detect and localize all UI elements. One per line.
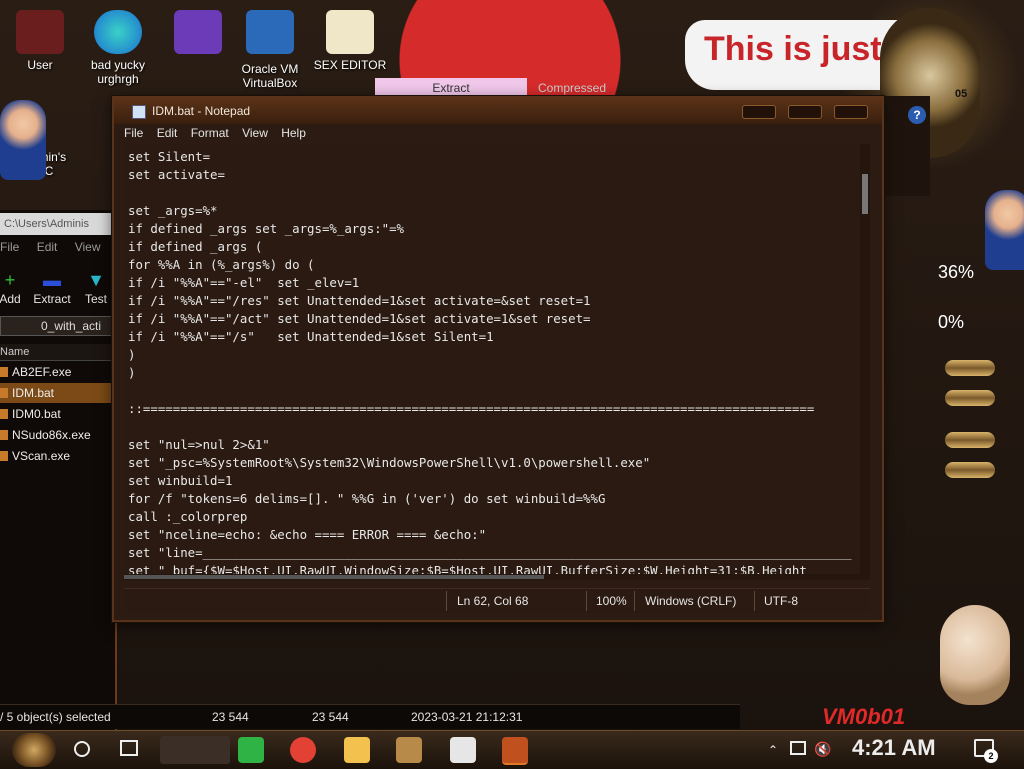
minus-icon: ▬ (43, 270, 61, 290)
fm-extract-button[interactable]: ▬ Extract (32, 270, 72, 306)
plus-icon: + (4, 270, 16, 290)
search-icon[interactable] (74, 741, 90, 757)
zoom-level: 100% (596, 594, 627, 608)
vertical-scrollbar[interactable] (860, 144, 870, 580)
user-icon (16, 10, 64, 54)
check-icon: ▼ (87, 270, 105, 290)
pipe-decoration (945, 390, 995, 406)
menu-edit[interactable]: Edit (157, 126, 178, 140)
notepad-window: IDM.bat - Notepad File Edit Format View … (112, 96, 884, 622)
cartoon-figure-right (985, 190, 1024, 270)
menu-file[interactable]: File (124, 126, 143, 140)
file-row[interactable]: VScan.exe (0, 446, 115, 466)
file-explorer-icon[interactable] (344, 737, 370, 763)
taskbar-clock[interactable]: 4:21 AM (852, 735, 936, 761)
notification-count: 2 (984, 749, 998, 763)
visual-studio-icon (174, 10, 222, 54)
tab-extract[interactable]: Extract (375, 78, 527, 98)
desktop-icon-user[interactable]: User (0, 10, 80, 72)
pipe-decoration (945, 462, 995, 478)
status-divider (446, 591, 447, 611)
close-button[interactable] (834, 105, 868, 119)
network-icon[interactable] (790, 741, 806, 755)
fm-address-field[interactable]: 0_with_acti (0, 316, 115, 336)
fm-status-selection: / 5 object(s) selected (0, 710, 111, 724)
gauge-readout-1: 36% (938, 262, 975, 282)
cursor-position: Ln 62, Col 68 (457, 594, 529, 608)
notepad-icon (132, 105, 146, 119)
fm-test-button[interactable]: ▼ Test (76, 270, 116, 306)
pipe-decoration (945, 432, 995, 448)
notepad-title: IDM.bat - Notepad (152, 104, 251, 118)
edge-icon (94, 10, 142, 54)
chevron-up-icon[interactable]: ⌃ (768, 743, 778, 757)
notepad-menubar: File Edit Format View Help (124, 126, 316, 140)
editor-content: set Silent= set activate= set _args=%* i… (128, 149, 852, 578)
fm-menu-file[interactable]: File (0, 240, 19, 254)
hamster-image (940, 605, 1010, 705)
file-icon (0, 409, 8, 419)
desktop-icon-hex-editor[interactable]: SEX EDITOR (310, 10, 390, 72)
file-icon (0, 388, 8, 398)
file-icon (0, 430, 8, 440)
file-row-selected[interactable]: IDM.bat (0, 383, 115, 403)
menu-view[interactable]: View (242, 126, 268, 140)
cartoon-figure-left (0, 100, 46, 180)
encoding: UTF-8 (764, 594, 798, 608)
desktop-icon-visual-studio[interactable] (158, 10, 238, 58)
taskbar-search-box[interactable] (160, 736, 230, 764)
desktop-icon-edge[interactable]: bad yucky urghrgh (78, 10, 158, 86)
fm-status-size: 23 544 (212, 710, 249, 724)
fm-path[interactable]: C:\Users\Adminis (0, 213, 115, 235)
menu-format[interactable]: Format (191, 126, 229, 140)
speaker-muted-icon[interactable]: 🔇 (814, 741, 831, 758)
minimize-button[interactable] (742, 105, 776, 119)
tab-compressed[interactable]: Compressed (527, 78, 617, 98)
start-button[interactable] (12, 733, 56, 767)
virtualbox-taskbar-icon[interactable] (396, 737, 422, 763)
file-row[interactable]: NSudo86x.exe (0, 425, 115, 445)
fm-add-button[interactable]: + Add (0, 270, 30, 306)
file-row[interactable]: IDM0.bat (0, 404, 115, 424)
virtualbox-icon (246, 10, 294, 54)
fm-status-packed: 23 544 (312, 710, 349, 724)
chrome-icon[interactable] (290, 737, 316, 763)
status-divider (754, 591, 755, 611)
help-icon[interactable]: ? (908, 106, 926, 124)
fm-menu-view[interactable]: View (75, 240, 101, 254)
notepad-taskbar-icon[interactable] (502, 737, 528, 765)
notepad-statusbar: Ln 62, Col 68 100% Windows (CRLF) UTF-8 (124, 588, 870, 613)
notepad-titlebar[interactable]: IDM.bat - Notepad (114, 98, 882, 124)
status-divider (586, 591, 587, 611)
file-row[interactable]: AB2EF.exe (0, 362, 115, 382)
horizontal-scrollbar[interactable] (124, 574, 860, 580)
hex-editor-icon (326, 10, 374, 54)
7zip-icon[interactable] (450, 737, 476, 763)
line-ending: Windows (CRLF) (645, 594, 737, 608)
file-icon (0, 451, 8, 461)
scroll-thumb[interactable] (124, 575, 544, 579)
text-editor[interactable]: set Silent= set activate= set _args=%* i… (124, 144, 870, 580)
menu-help[interactable]: Help (281, 126, 306, 140)
task-view-icon[interactable] (120, 740, 138, 756)
fm-status-modified: 2023-03-21 21:12:31 (411, 710, 523, 724)
gauge-readout-2: 0% (938, 312, 965, 332)
taskbar: ⌃ 🔇 4:21 AM 2 (0, 730, 1024, 769)
vm-label: VM0b01 (822, 704, 906, 729)
status-divider (634, 591, 635, 611)
scroll-thumb[interactable] (862, 174, 868, 214)
clock-number: 05 (955, 88, 968, 100)
desktop-icon-virtualbox[interactable]: Oracle VM VirtualBox (230, 10, 310, 90)
fm-column-name[interactable]: Name (0, 344, 115, 361)
pipe-decoration (945, 360, 995, 376)
notes-app-icon[interactable] (238, 737, 264, 763)
maximize-button[interactable] (788, 105, 822, 119)
file-icon (0, 367, 8, 377)
fm-statusbar: / 5 object(s) selected 23 544 23 544 202… (0, 704, 740, 729)
fm-menu-edit[interactable]: Edit (37, 240, 58, 254)
